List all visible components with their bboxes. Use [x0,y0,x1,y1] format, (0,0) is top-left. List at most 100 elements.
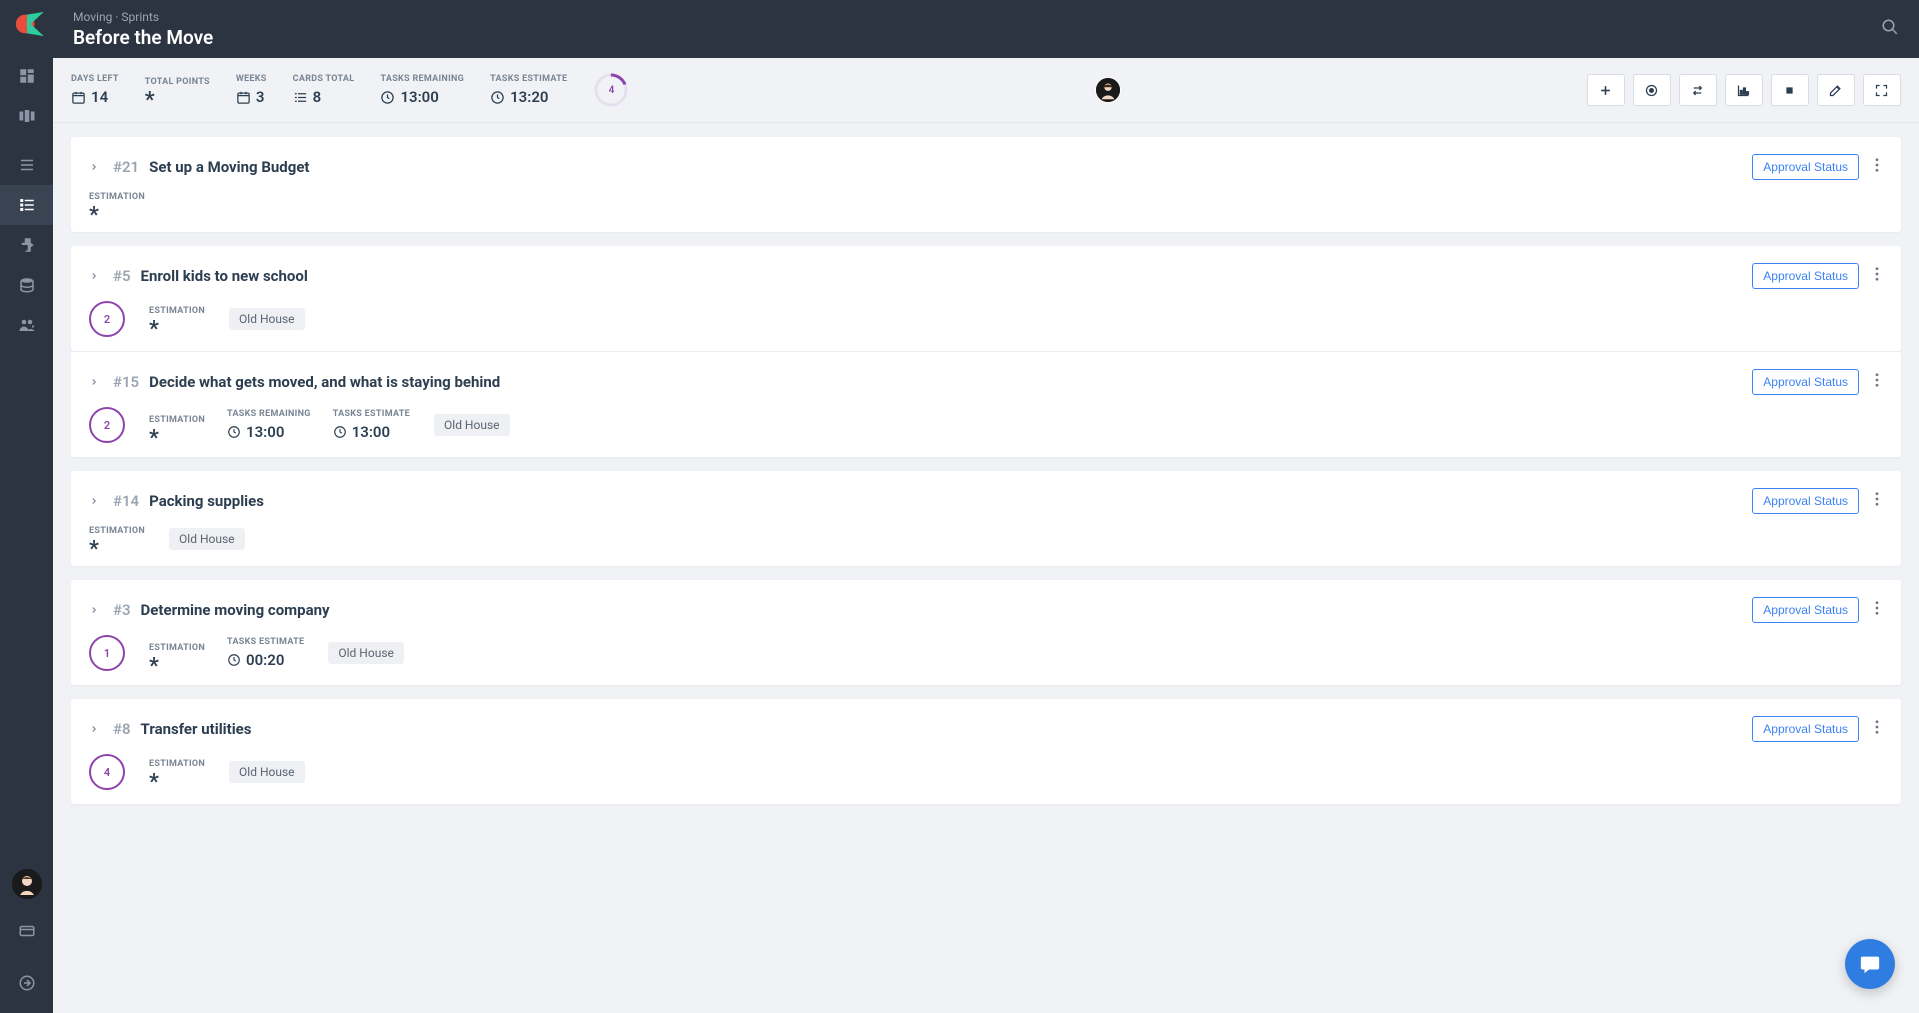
card-estimation: ESTIMATION* [89,526,145,552]
progress-ring: 4 [593,72,629,108]
card-id: #3 [113,601,131,619]
card-id: #21 [113,158,139,176]
card-tag[interactable]: Old House [229,308,305,330]
card-group: #3 Determine moving company Approval Sta… [71,580,1901,685]
progress-ring-value: 4 [593,72,629,108]
more-icon[interactable] [1871,715,1883,742]
stat-weeks: WEEKS 3 [236,74,267,106]
transfer-button[interactable] [1679,74,1717,106]
calendar-icon [236,90,251,105]
stat-weeks-label: WEEKS [236,74,267,84]
content-area: #21 Set up a Moving Budget Approval Stat… [53,123,1919,1013]
card-estimation: ESTIMATION* [149,415,205,441]
approval-status-button[interactable]: Approval Status [1752,369,1859,395]
card-tag[interactable]: Old House [169,528,245,550]
approval-status-button[interactable]: Approval Status [1752,263,1859,289]
approval-status-button[interactable]: Approval Status [1752,716,1859,742]
approval-status-button[interactable]: Approval Status [1752,154,1859,180]
asterisk-icon: * [89,210,99,222]
card[interactable]: #14 Packing supplies Approval Status EST… [71,471,1901,566]
card-group: #8 Transfer utilities Approval Status 4 … [71,699,1901,804]
focus-button[interactable] [1633,74,1671,106]
approval-status-button[interactable]: Approval Status [1752,488,1859,514]
nav-list-detailed[interactable] [0,185,53,225]
nav-backlog[interactable] [0,265,53,305]
add-button[interactable] [1587,74,1625,106]
stat-tasks-estimate-value: 13:20 [510,88,548,106]
stat-tasks-remaining: TASKS REMAINING 13:00 [380,74,464,106]
chevron-right-icon[interactable] [89,719,103,738]
card-id: #14 [113,492,139,510]
edit-button[interactable] [1817,74,1855,106]
clock-icon [227,425,241,439]
stat-cards-total-value: 8 [313,88,322,106]
chart-button[interactable] [1725,74,1763,106]
card[interactable]: #5 Enroll kids to new school Approval St… [71,246,1901,351]
clock-icon [490,90,505,105]
card-group: #14 Packing supplies Approval Status EST… [71,471,1901,566]
chat-fab[interactable] [1845,939,1895,989]
list-icon [293,90,308,105]
card[interactable]: #21 Set up a Moving Budget Approval Stat… [71,137,1901,232]
stat-cards-total: CARDS TOTAL 8 [293,74,355,106]
card-progress-ring: 2 [89,301,125,337]
asterisk-icon: * [145,95,155,107]
nav-dashboard[interactable] [0,56,53,96]
chevron-right-icon[interactable] [89,600,103,619]
nav-logout[interactable] [0,963,53,1003]
card-tag[interactable]: Old House [229,761,305,783]
card-id: #5 [113,267,131,285]
calendar-icon [71,90,86,105]
card-tag[interactable]: Old House [434,414,510,436]
nav-team[interactable] [0,305,53,345]
nav-list-simple[interactable] [0,145,53,185]
card-title: Determine moving company [141,601,330,619]
stat-cards-total-label: CARDS TOTAL [293,74,355,84]
card-progress-ring: 4 [89,754,125,790]
asterisk-icon: * [149,324,159,336]
stat-total-points-label: TOTAL POINTS [145,77,210,87]
page-title: Before the Move [73,26,213,49]
approval-status-button[interactable]: Approval Status [1752,597,1859,623]
stat-tasks-estimate-label: TASKS ESTIMATE [490,74,567,84]
stats-bar: DAYS LEFT 14 TOTAL POINTS * WEEKS 3 CARD… [53,58,1919,123]
card-estimation: ESTIMATION* [149,643,205,669]
search-icon[interactable] [1881,18,1899,40]
stop-button[interactable] [1771,74,1809,106]
card[interactable]: #15 Decide what gets moved, and what is … [71,352,1901,457]
nav-billing[interactable] [0,911,53,951]
card[interactable]: #8 Transfer utilities Approval Status 4 … [71,699,1901,804]
assignee-avatar[interactable] [1095,77,1121,103]
card-progress-ring: 1 [89,635,125,671]
stat-tasks-estimate: TASKS ESTIMATE 13:20 [490,74,567,106]
fullscreen-button[interactable] [1863,74,1901,106]
asterisk-icon: * [149,777,159,789]
card-title: Packing supplies [149,492,264,510]
more-icon[interactable] [1871,262,1883,289]
card-title: Decide what gets moved, and what is stay… [149,373,500,391]
chevron-right-icon[interactable] [89,266,103,285]
asterisk-icon: * [149,661,159,673]
chevron-right-icon[interactable] [89,372,103,391]
app-logo[interactable] [8,10,46,38]
stat-days-left-value: 14 [91,88,108,106]
more-icon[interactable] [1871,368,1883,395]
card-group: #5 Enroll kids to new school Approval St… [71,246,1901,457]
clock-icon [333,425,347,439]
clock-icon [227,653,241,667]
breadcrumb[interactable]: Moving · Sprints [73,10,213,24]
card-title: Set up a Moving Budget [149,158,309,176]
user-avatar[interactable] [12,869,42,899]
card-tag[interactable]: Old House [328,642,404,664]
more-icon[interactable] [1871,153,1883,180]
card[interactable]: #3 Determine moving company Approval Sta… [71,580,1901,685]
chevron-right-icon[interactable] [89,157,103,176]
more-icon[interactable] [1871,487,1883,514]
nav-boards[interactable] [0,96,53,136]
sidebar [0,0,53,1013]
nav-sprints[interactable] [0,225,53,265]
topbar: Moving · Sprints Before the Move [53,0,1919,58]
card-title: Transfer utilities [141,720,252,738]
chevron-right-icon[interactable] [89,491,103,510]
more-icon[interactable] [1871,596,1883,623]
